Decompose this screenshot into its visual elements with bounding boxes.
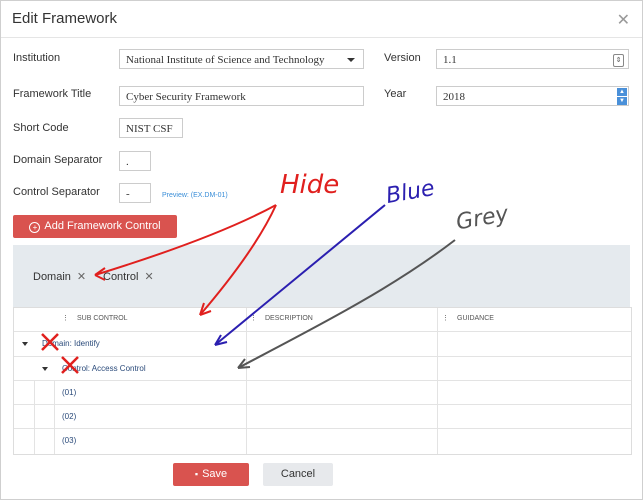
chevron-down-icon (347, 58, 355, 62)
save-icon: ▪ (194, 469, 199, 479)
institution-label: Institution (13, 52, 61, 64)
close-icon[interactable]: ✕ (77, 271, 86, 283)
group-chip-label: Control (103, 271, 139, 283)
group-chip-domain[interactable]: Domain ✕ (33, 265, 86, 289)
version-value: 1.1 (443, 54, 457, 66)
group-by-panel: Domain ✕ Control ✕ (13, 245, 630, 307)
sub-control-cell: (01) (62, 388, 77, 397)
column-menu-icon[interactable]: ⋮ (62, 315, 69, 322)
group-row-label: Control: Access Control (62, 364, 146, 373)
institution-select[interactable]: National Institute of Science and Techno… (119, 49, 364, 69)
save-button[interactable]: ▪ Save (173, 463, 249, 486)
close-icon[interactable]: ✕ (617, 10, 630, 30)
group-row-label: Domain: Identify (42, 339, 100, 348)
cancel-button[interactable]: Cancel (263, 463, 333, 486)
group-chip-control[interactable]: Control ✕ (103, 265, 154, 289)
table-row-control-group[interactable]: Control: Access Control (14, 357, 631, 381)
short-code-value: NIST CSF (126, 123, 173, 135)
year-input[interactable]: 2018 ▲ ▼ (436, 86, 629, 106)
sub-control-cell: (03) (62, 436, 77, 445)
sub-control-cell: (02) (62, 412, 77, 421)
year-stepper[interactable]: ▲ ▼ (617, 88, 627, 105)
dialog-header: Edit Framework ✕ (1, 1, 642, 38)
edit-framework-dialog: Edit Framework ✕ Institution National In… (0, 0, 643, 500)
caret-down-icon[interactable] (42, 367, 48, 371)
chevron-down-icon[interactable]: ▼ (617, 97, 627, 105)
framework-title-label: Framework Title (13, 88, 92, 100)
year-value: 2018 (443, 91, 465, 103)
column-menu-icon[interactable]: ⋮ (250, 315, 257, 322)
column-menu-icon[interactable]: ⋮ (442, 315, 449, 322)
short-code-input[interactable]: NIST CSF (119, 118, 183, 138)
short-code-label: Short Code (13, 122, 69, 134)
column-header-guidance[interactable]: ⋮ GUIDANCE (442, 308, 494, 330)
add-framework-control-button[interactable]: + Add Framework Control (13, 215, 177, 238)
group-chip-label: Domain (33, 271, 71, 283)
save-label: Save (202, 468, 228, 480)
dialog-title: Edit Framework (12, 10, 118, 27)
domain-separator-value: . (126, 156, 129, 168)
annotation-hide-text: Hide (280, 170, 340, 200)
add-framework-control-label: Add Framework Control (44, 220, 161, 232)
plus-circle-icon: + (29, 222, 41, 233)
spinner-icon[interactable]: ⇕ (613, 54, 624, 67)
table-row[interactable]: (01) (14, 381, 631, 405)
table-row-domain-group[interactable]: Domain: Identify (14, 332, 631, 356)
separator-preview: Preview: (EX.DM-01) (162, 192, 228, 199)
domain-separator-input[interactable]: . (119, 151, 151, 171)
institution-value: National Institute of Science and Techno… (126, 54, 325, 66)
version-input[interactable]: 1.1 ⇕ (436, 49, 629, 69)
version-label: Version (384, 52, 421, 64)
framework-title-input[interactable]: Cyber Security Framework (119, 86, 364, 106)
chevron-up-icon[interactable]: ▲ (617, 88, 627, 96)
table-row[interactable]: (03) (14, 429, 631, 453)
domain-separator-label: Domain Separator (13, 154, 103, 166)
close-icon[interactable]: ✕ (144, 271, 153, 283)
table-row[interactable]: (02) (14, 405, 631, 429)
control-separator-label: Control Separator (13, 186, 100, 198)
year-label: Year (384, 88, 407, 100)
control-separator-input[interactable]: - (119, 183, 151, 203)
caret-down-icon[interactable] (22, 342, 28, 346)
column-header-description[interactable]: ⋮ DESCRIPTION (250, 308, 313, 330)
framework-controls-grid: ⋮ SUB CONTROL ⋮ DESCRIPTION ⋮ GUIDANCE Doma… (13, 307, 632, 455)
column-header-sub-control[interactable]: ⋮ SUB CONTROL (62, 308, 128, 330)
control-separator-value: - (126, 188, 130, 200)
framework-title-value: Cyber Security Framework (126, 91, 246, 103)
